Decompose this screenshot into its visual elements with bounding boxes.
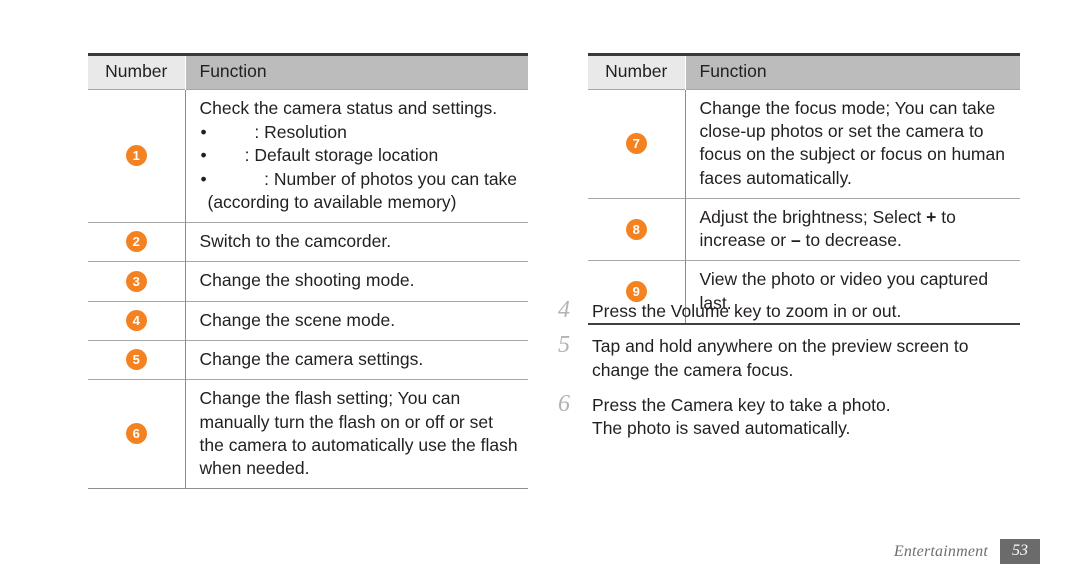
procedure-step: 5 Tap and hold anywhere on the preview s… <box>556 333 1026 382</box>
step-number: 6 <box>558 390 570 417</box>
minus-symbol: – <box>790 230 801 251</box>
row-function-cell: Check the camera status and settings. : … <box>185 88 528 223</box>
table-row: 1 Check the camera status and settings. … <box>88 88 528 223</box>
procedure-step: 6 Press the Camera key to take a photo. … <box>556 390 1026 441</box>
bullet-item: : Default storage location <box>200 144 521 168</box>
column-header-number: Number <box>588 56 686 90</box>
brightness-text-before: Adjust the brightness; Select <box>699 206 927 227</box>
procedure-step-list: 4 Press the Volume key to zoom in or out… <box>556 297 1026 450</box>
table-row: 5 Change the camera settings. <box>88 339 528 380</box>
number-badge-2: 2 <box>125 231 147 253</box>
step-text: Tap and hold anywhere on the preview scr… <box>592 336 969 380</box>
row-function-cell: Change the shooting mode. <box>185 261 528 302</box>
footer-section-label: Entertainment <box>893 542 988 560</box>
row-number-cell: 6 <box>88 379 186 489</box>
table-row: 4 Change the scene mode. <box>88 300 528 341</box>
table-row: 3 Change the shooting mode. <box>88 261 528 302</box>
camera-function-table-right: Number Function 7 Change the focus mode;… <box>588 53 1020 327</box>
number-badge-8: 8 <box>625 218 647 240</box>
column-header-number: Number <box>88 56 186 90</box>
row-function-cell: Adjust the brightness; Select + to incre… <box>685 197 1020 261</box>
page-footer: Entertainment 53 <box>894 539 1040 564</box>
step-subtext: The photo is saved automatically. <box>592 418 851 439</box>
step-number: 4 <box>558 297 570 323</box>
row-number-cell: 8 <box>588 197 686 261</box>
table-row: 6 Change the flash setting; You can manu… <box>88 379 528 489</box>
row-number-cell: 4 <box>88 300 186 341</box>
bullet-continuation-text: (according to available memory) <box>207 191 457 212</box>
step-text: Press the Volume key to zoom in or out. <box>592 301 902 321</box>
row-lead-text: Check the camera status and settings. <box>199 97 498 118</box>
row-number-cell: 3 <box>88 261 186 302</box>
table-header-row: Number Function <box>88 56 528 90</box>
row-function-cell: Change the camera settings. <box>185 339 528 380</box>
table-row: 8 Adjust the brightness; Select + to inc… <box>588 197 1020 261</box>
column-header-function: Function <box>185 56 528 90</box>
row-function-cell: Change the scene mode. <box>185 300 528 341</box>
table-header-row: Number Function <box>588 56 1020 90</box>
step-text: Press the Camera key to take a photo. <box>592 394 891 415</box>
plus-symbol: + <box>926 206 937 227</box>
bullet-item: : Resolution <box>200 121 521 145</box>
column-header-function: Function <box>685 56 1020 90</box>
row-function-cell: Change the focus mode; You can take clos… <box>685 88 1020 199</box>
step-number: 5 <box>558 332 570 359</box>
table-row: 7 Change the focus mode; You can take cl… <box>588 88 1020 199</box>
number-badge-5: 5 <box>125 349 147 371</box>
row-number-cell: 2 <box>88 222 186 262</box>
procedure-step: 4 Press the Volume key to zoom in or out… <box>556 297 1026 323</box>
bullet-item: : Number of photos you can take <box>200 168 521 192</box>
row-function-cell: Switch to the camcorder. <box>185 222 528 262</box>
table-bottom-rule <box>88 488 528 491</box>
step-text-wrapper: Press the Camera key to take a photo. Th… <box>592 392 891 441</box>
number-badge-1: 1 <box>125 145 147 167</box>
row-function-cell: Change the flash setting; You can manual… <box>185 379 528 489</box>
brightness-text-after: to decrease. <box>800 230 902 251</box>
row-number-cell: 7 <box>588 88 686 199</box>
number-badge-7: 7 <box>625 132 647 154</box>
page-number-badge: 53 <box>1000 539 1040 564</box>
row-number-cell: 5 <box>88 339 186 380</box>
table-row: 2 Switch to the camcorder. <box>88 222 528 262</box>
number-badge-4: 4 <box>125 309 147 331</box>
row-number-cell: 1 <box>88 88 186 223</box>
camera-function-table-left: Number Function 1 Check the camera statu… <box>88 53 528 491</box>
number-badge-6: 6 <box>125 423 147 445</box>
number-badge-3: 3 <box>125 270 147 292</box>
